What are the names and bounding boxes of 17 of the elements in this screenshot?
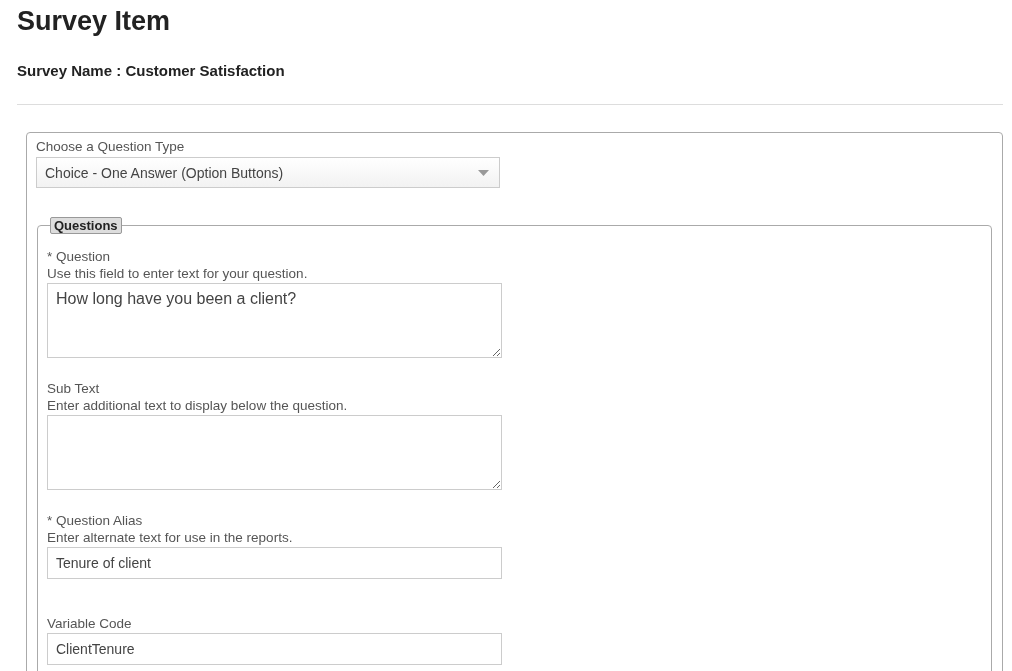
field-label: Sub Text xyxy=(47,380,101,397)
input-field[interactable]: Tenure of client xyxy=(47,547,502,579)
field-hint: Use this field to enter text for your question. xyxy=(47,265,309,282)
field-label: * Question Alias xyxy=(47,512,144,529)
text-area[interactable]: How long have you been a client? xyxy=(47,283,502,358)
fieldset-legend: Questions xyxy=(50,217,122,234)
field-hint: Enter additional text to display below the question. xyxy=(47,397,349,414)
field-hint: Enter alternate text for use in the reports. xyxy=(47,529,294,546)
text-area[interactable] xyxy=(47,415,502,490)
caret-icon xyxy=(478,169,489,176)
page-title: Survey Item xyxy=(17,5,172,38)
field-label: * Question xyxy=(47,248,112,265)
input-field[interactable]: ClientTenure xyxy=(47,633,502,665)
survey-name: Survey Name : Customer Satisfaction xyxy=(17,61,286,81)
question-type-dropdown[interactable]: Choice - One Answer (Option Buttons) xyxy=(36,157,500,188)
field-label: Variable Code xyxy=(47,615,133,632)
field-label: Choose a Question Type xyxy=(36,138,186,155)
